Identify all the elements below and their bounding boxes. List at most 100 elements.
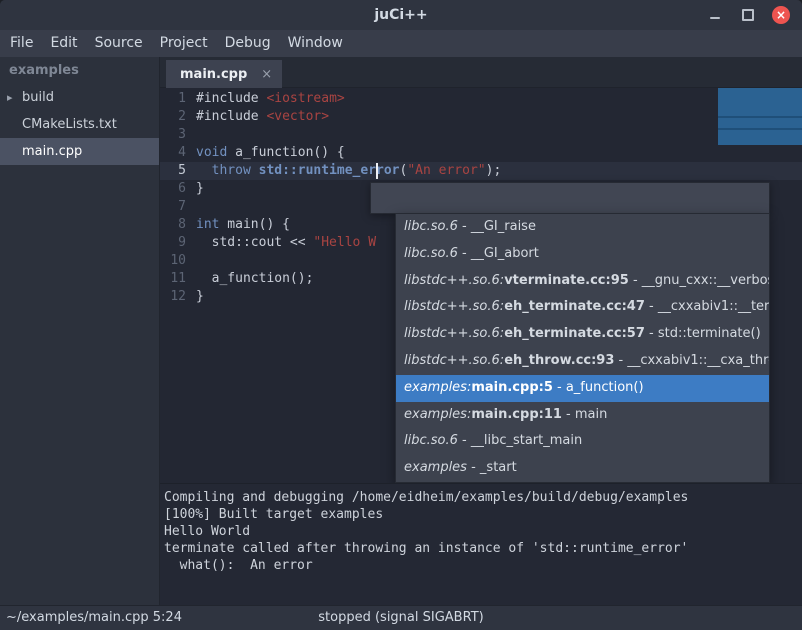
minimize-icon: [710, 17, 720, 19]
menu-item-project[interactable]: Project: [160, 30, 208, 57]
code-token: throw: [212, 163, 251, 178]
code-line-12: }: [196, 288, 204, 306]
code-token: #include: [196, 109, 266, 124]
code-token: "An error": [407, 163, 485, 178]
tree-item-label: CMakeLists.txt: [22, 117, 117, 132]
tree-item-cmakelists-txt[interactable]: CMakeLists.txt: [0, 111, 159, 138]
code-line-6: }: [196, 180, 204, 198]
menu-item-file[interactable]: File: [10, 30, 33, 57]
juci-window: juCi++ × File Edit Source Project Debug Windo…: [0, 0, 802, 630]
code-line-11: a_function();: [196, 270, 313, 288]
menubar: File Edit Source Project Debug Window: [0, 30, 802, 57]
backtrace-item[interactable]: libstdc++.so.6:eh_terminate.cc:57 - std:…: [396, 321, 769, 348]
backtrace-item[interactable]: libc.so.6 - __GI_abort: [396, 241, 769, 268]
backtrace-item[interactable]: libstdc++.so.6:vterminate.cc:95 - __gnu_…: [396, 268, 769, 295]
backtrace-location: eh_terminate.cc:57: [504, 326, 645, 341]
window-title: juCi++: [0, 0, 802, 30]
statusbar: ~/examples/main.cpp 5:24 stopped (signal…: [0, 605, 802, 630]
terminal-line: Hello World: [164, 523, 802, 540]
close-button[interactable]: ×: [772, 6, 790, 24]
menu-item-source[interactable]: Source: [95, 30, 143, 57]
backtrace-function: - __GI_abort: [458, 246, 539, 261]
chevron-right-icon: ▸: [7, 84, 13, 111]
backtrace-item[interactable]: examples:main.cpp:5 - a_function(): [396, 375, 769, 402]
code-token: std::runtime_error: [259, 163, 400, 178]
blue-info-box: [718, 88, 802, 145]
backtrace-function: - std::terminate(): [645, 326, 761, 341]
code-token: a_function();: [196, 271, 313, 286]
backtrace-function: - a_function(): [553, 380, 644, 395]
code-editor[interactable]: 123456789101112 #include <iostream>#incl…: [160, 88, 802, 483]
backtrace-item[interactable]: examples - _start: [396, 455, 769, 482]
backtrace-function: - main: [562, 407, 607, 422]
code-token: }: [196, 289, 204, 304]
backtrace-lib: examples: [404, 460, 467, 475]
menu-item-window[interactable]: Window: [288, 30, 343, 57]
terminal-line: [100%] Built target examples: [164, 506, 802, 523]
menu-item-edit[interactable]: Edit: [50, 30, 77, 57]
backtrace-item[interactable]: libc.so.6 - __libc_start_main: [396, 428, 769, 455]
tree-item-main-cpp[interactable]: main.cpp: [0, 138, 159, 165]
code-token: [251, 163, 259, 178]
backtrace-lib: libstdc++.so.6:: [404, 326, 504, 341]
status-debug-state: stopped (signal SIGABRT): [0, 606, 802, 630]
backtrace-location: main.cpp:5: [471, 380, 553, 395]
backtrace-location: eh_terminate.cc:47: [504, 299, 645, 314]
backtrace-item[interactable]: libstdc++.so.6:eh_terminate.cc:47 - __cx…: [396, 294, 769, 321]
empty-tooltip: [370, 182, 770, 214]
titlebar[interactable]: juCi++ ×: [0, 0, 802, 30]
backtrace-location: main.cpp:11: [471, 407, 562, 422]
backtrace-location: eh_throw.cc:93: [504, 353, 614, 368]
backtrace-function: - __libc_start_main: [458, 433, 582, 448]
backtrace-lib: examples:: [404, 407, 471, 422]
backtrace-item[interactable]: libc.so.6 - __GI_raise: [396, 214, 769, 241]
tab-main-cpp[interactable]: main.cpp ×: [166, 60, 282, 88]
backtrace-function: - _start: [467, 460, 517, 475]
code-token: }: [196, 181, 204, 196]
backtrace-item[interactable]: examples:main.cpp:11 - main: [396, 402, 769, 429]
code-line-2: #include <vector>: [196, 108, 329, 126]
terminal-line: Compiling and debugging /home/eidheim/ex…: [164, 489, 802, 506]
backtrace-item[interactable]: libstdc++.so.6:eh_throw.cc:93 - __cxxabi…: [396, 348, 769, 375]
tab-close-icon[interactable]: ×: [261, 67, 272, 82]
code-line-4: void a_function() {: [196, 144, 345, 162]
code-token: "Hello W: [313, 235, 376, 250]
code-token: main() {: [219, 217, 289, 232]
file-tree[interactable]: ▸build CMakeLists.txt main.cpp: [0, 84, 159, 165]
tree-item-label: main.cpp: [22, 144, 82, 159]
code-token: std::cout <<: [196, 235, 313, 250]
code-line-5: throw std::runtime_error("An error");: [196, 162, 501, 180]
minimize-button[interactable]: [706, 6, 724, 24]
project-name: examples: [0, 57, 159, 84]
code-token: <vector>: [266, 109, 329, 124]
menu-item-debug[interactable]: Debug: [225, 30, 271, 57]
code-token: );: [486, 163, 502, 178]
text-cursor: [376, 163, 378, 179]
tabbar: main.cpp ×: [160, 57, 802, 88]
backtrace-lib: libc.so.6: [404, 433, 458, 448]
backtrace-function: - __cxxabiv1::__term: [645, 299, 769, 314]
backtrace-function: - __gnu_cxx::__verbos: [629, 273, 769, 288]
backtrace-function: - __GI_raise: [458, 219, 536, 234]
file-sidebar: examples ▸build CMakeLists.txt main.cpp: [0, 57, 160, 605]
terminal-line: terminate called after throwing an insta…: [164, 540, 802, 557]
backtrace-lib: libstdc++.so.6:: [404, 299, 504, 314]
backtrace-lib: libstdc++.so.6:: [404, 273, 504, 288]
blue-box-stripe: [718, 116, 802, 118]
terminal-line: what(): An error: [164, 557, 802, 574]
code-token: [196, 163, 212, 178]
code-token: #include: [196, 91, 266, 106]
tree-item-build[interactable]: ▸build: [0, 84, 159, 111]
code-line-9: std::cout << "Hello W: [196, 234, 376, 252]
code-token: void: [196, 145, 227, 160]
terminal-output[interactable]: Compiling and debugging /home/eidheim/ex…: [160, 483, 802, 605]
code-token: <iostream>: [266, 91, 344, 106]
blue-box-stripe: [718, 128, 802, 130]
code-line-8: int main() {: [196, 216, 290, 234]
backtrace-lib: libc.so.6: [404, 219, 458, 234]
restore-button[interactable]: [739, 6, 757, 24]
backtrace-popup[interactable]: libc.so.6 - __GI_raiselibc.so.6 - __GI_a…: [395, 213, 770, 483]
backtrace-lib: libstdc++.so.6:: [404, 353, 504, 368]
restore-icon: [742, 9, 754, 21]
code-line-1: #include <iostream>: [196, 90, 345, 108]
